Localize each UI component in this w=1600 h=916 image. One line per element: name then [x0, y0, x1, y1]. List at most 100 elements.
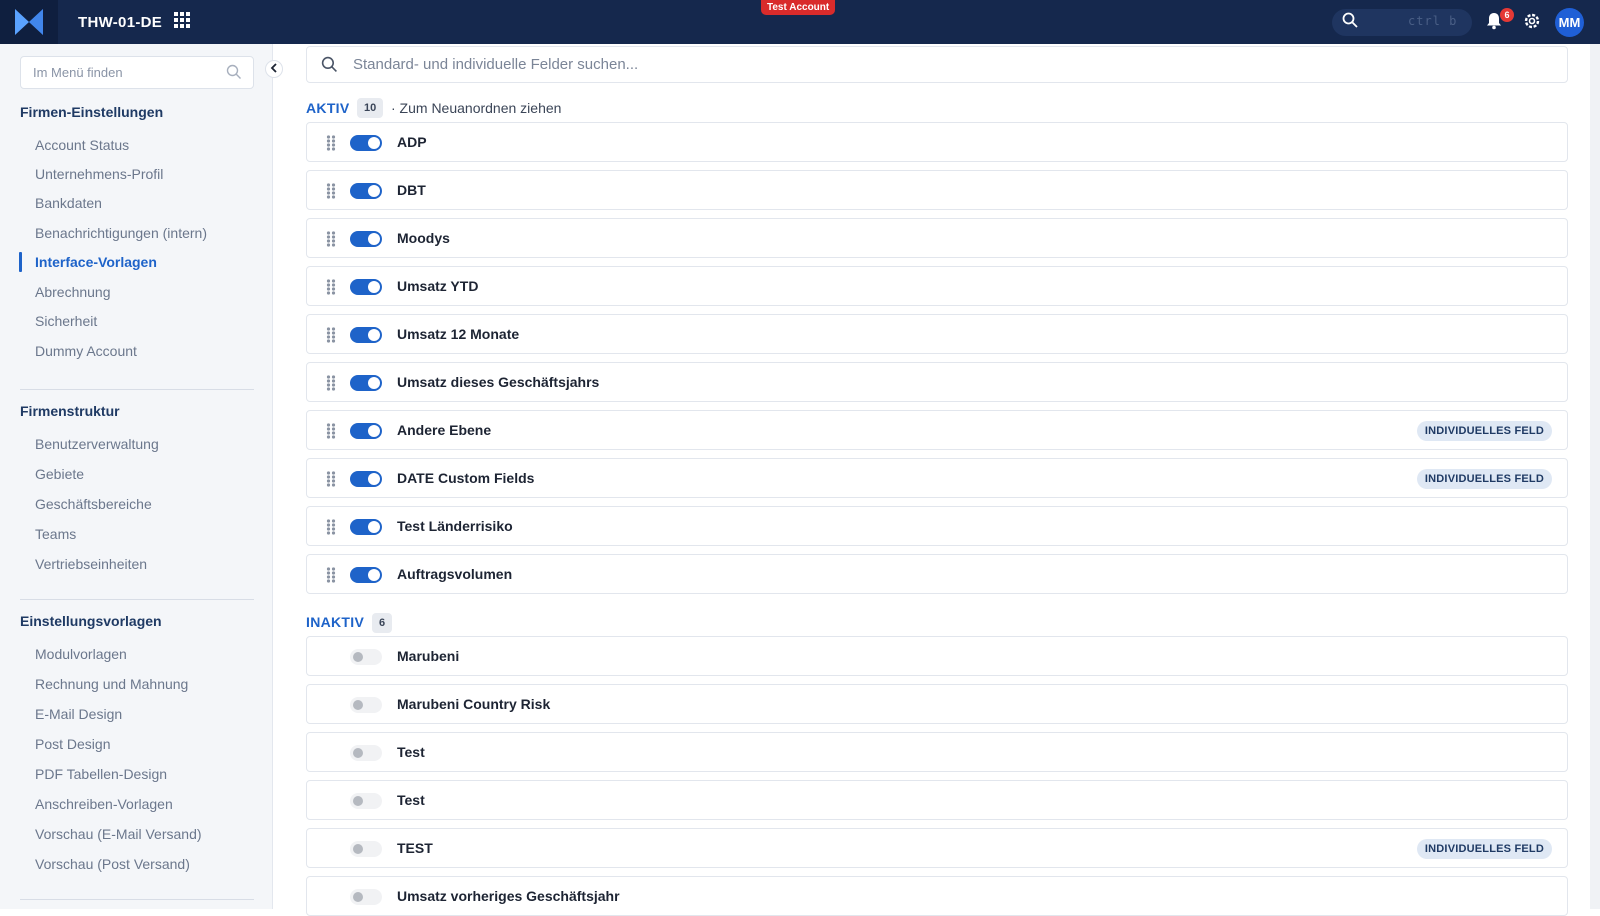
field-row[interactable]: Umsatz YTD — [306, 266, 1568, 306]
sidebar-item-unternehmens-profil[interactable]: Unternehmens-Profil — [35, 166, 163, 182]
sidebar-item-post-design[interactable]: Post Design — [35, 736, 110, 752]
sidebar-item-interface-vorlagen[interactable]: Interface-Vorlagen — [35, 254, 157, 270]
apps-grid-icon[interactable] — [174, 12, 191, 32]
field-toggle[interactable] — [350, 841, 382, 857]
drag-handle-icon[interactable] — [326, 375, 336, 396]
field-toggle[interactable] — [350, 471, 382, 487]
field-toggle[interactable] — [350, 649, 382, 665]
sidebar-item-email-design[interactable]: E-Mail Design — [35, 706, 122, 722]
field-row[interactable]: ADP — [306, 122, 1568, 162]
field-toggle[interactable] — [350, 793, 382, 809]
toggle-knob — [368, 473, 380, 485]
sidebar-item-rechnung-mahnung[interactable]: Rechnung und Mahnung — [35, 676, 188, 692]
drag-handle-icon[interactable] — [326, 567, 336, 588]
field-toggle[interactable] — [350, 423, 382, 439]
field-row[interactable]: Test Länderrisiko — [306, 506, 1568, 546]
field-label: ADP — [397, 134, 427, 150]
sidebar-item-vertriebseinheiten[interactable]: Vertriebseinheiten — [35, 556, 147, 572]
active-count-badge: 10 — [357, 98, 384, 118]
drag-handle-icon[interactable] — [326, 519, 336, 540]
field-label: Moodys — [397, 230, 450, 246]
field-row[interactable]: DBT — [306, 170, 1568, 210]
field-label: Umsatz YTD — [397, 278, 479, 294]
field-label: Test Länderrisiko — [397, 518, 513, 534]
inactive-group-label: INAKTIV — [306, 614, 365, 630]
sidebar-divider — [20, 599, 254, 600]
sidebar-item-account-status[interactable]: Account Status — [35, 137, 129, 153]
toggle-knob — [353, 700, 363, 710]
field-label: DBT — [397, 182, 426, 198]
sidebar-item-benutzerverwaltung[interactable]: Benutzerverwaltung — [35, 436, 159, 452]
search-shortcut: ctrl b — [1408, 14, 1458, 28]
toggle-knob — [368, 569, 380, 581]
sidebar-section-title: Einstellungsvorlagen — [20, 613, 162, 629]
drag-handle-icon[interactable] — [326, 471, 336, 492]
sidebar-item-vorschau-email[interactable]: Vorschau (E-Mail Versand) — [35, 826, 202, 842]
field-row[interactable]: Test — [306, 780, 1568, 820]
scrollbar[interactable] — [1590, 44, 1600, 909]
sidebar-item-sicherheit[interactable]: Sicherheit — [35, 313, 97, 329]
sidebar-item-abrechnung[interactable]: Abrechnung — [35, 284, 111, 300]
drag-handle-icon[interactable] — [326, 135, 336, 156]
sidebar-item-teams[interactable]: Teams — [35, 526, 76, 542]
logo-icon[interactable] — [0, 0, 58, 44]
toggle-knob — [353, 652, 363, 662]
field-toggle[interactable] — [350, 375, 382, 391]
sidebar-item-geschaeftsbereiche[interactable]: Geschäftsbereiche — [35, 496, 152, 512]
field-row[interactable]: Moodys — [306, 218, 1568, 258]
field-toggle[interactable] — [350, 745, 382, 761]
field-toggle[interactable] — [350, 519, 382, 535]
toggle-knob — [353, 844, 363, 854]
toggle-knob — [353, 796, 363, 806]
search-icon — [1342, 12, 1358, 33]
field-row[interactable]: Marubeni Country Risk — [306, 684, 1568, 724]
toggle-knob — [368, 329, 380, 341]
drag-handle-icon[interactable] — [326, 231, 336, 252]
sidebar-item-anschreiben-vorlagen[interactable]: Anschreiben-Vorlagen — [35, 796, 173, 812]
gear-icon[interactable] — [1523, 12, 1541, 35]
field-toggle[interactable] — [350, 697, 382, 713]
field-search-input[interactable]: Standard- und individuelle Felder suchen… — [306, 46, 1568, 83]
field-row[interactable]: Umsatz 12 Monate — [306, 314, 1568, 354]
collapse-sidebar-button[interactable] — [265, 60, 283, 78]
sidebar-item-vorschau-post[interactable]: Vorschau (Post Versand) — [35, 856, 190, 872]
sidebar-item-modulvorlagen[interactable]: Modulvorlagen — [35, 646, 127, 662]
field-row[interactable]: Auftragsvolumen — [306, 554, 1568, 594]
sidebar-section-title: Firmenstruktur — [20, 403, 120, 419]
custom-field-badge: INDIVIDUELLES FELD — [1416, 421, 1552, 441]
sidebar-item-gebiete[interactable]: Gebiete — [35, 466, 84, 482]
field-toggle[interactable] — [350, 135, 382, 151]
sidebar-item-benachrichtigungen[interactable]: Benachrichtigungen (intern) — [35, 225, 207, 241]
drag-handle-icon[interactable] — [326, 423, 336, 444]
field-row[interactable]: Umsatz vorheriges Geschäftsjahr — [306, 876, 1568, 916]
global-search[interactable]: ctrl b — [1332, 9, 1472, 36]
active-indicator — [19, 252, 22, 272]
field-toggle[interactable] — [350, 231, 382, 247]
workspace-name: THW-01-DE — [78, 13, 163, 31]
field-row[interactable]: DATE Custom Fields INDIVIDUELLES FELD — [306, 458, 1568, 498]
sidebar-item-pdf-tabellen-design[interactable]: PDF Tabellen-Design — [35, 766, 167, 782]
drag-handle-icon[interactable] — [326, 327, 336, 348]
menu-search-input[interactable]: Im Menü finden — [20, 56, 254, 89]
toggle-knob — [368, 185, 380, 197]
field-toggle[interactable] — [350, 327, 382, 343]
drag-handle-icon[interactable] — [326, 279, 336, 300]
notification-count-badge: 6 — [1500, 8, 1514, 22]
sidebar-item-bankdaten[interactable]: Bankdaten — [35, 195, 102, 211]
sidebar-item-dummy-account[interactable]: Dummy Account — [35, 343, 137, 359]
field-toggle[interactable] — [350, 567, 382, 583]
toggle-knob — [368, 137, 380, 149]
field-label: Test — [397, 744, 425, 760]
field-toggle[interactable] — [350, 183, 382, 199]
field-row[interactable]: Andere Ebene INDIVIDUELLES FELD — [306, 410, 1568, 450]
field-row[interactable]: Test — [306, 732, 1568, 772]
toggle-knob — [353, 892, 363, 902]
drag-handle-icon[interactable] — [326, 183, 336, 204]
field-row[interactable]: Umsatz dieses Geschäftsjahrs — [306, 362, 1568, 402]
field-toggle[interactable] — [350, 279, 382, 295]
avatar[interactable]: MM — [1555, 8, 1584, 37]
field-row[interactable]: TEST INDIVIDUELLES FELD — [306, 828, 1568, 868]
field-toggle[interactable] — [350, 889, 382, 905]
field-row[interactable]: Marubeni — [306, 636, 1568, 676]
workspace-switcher[interactable]: THW-01-DE — [78, 0, 191, 44]
